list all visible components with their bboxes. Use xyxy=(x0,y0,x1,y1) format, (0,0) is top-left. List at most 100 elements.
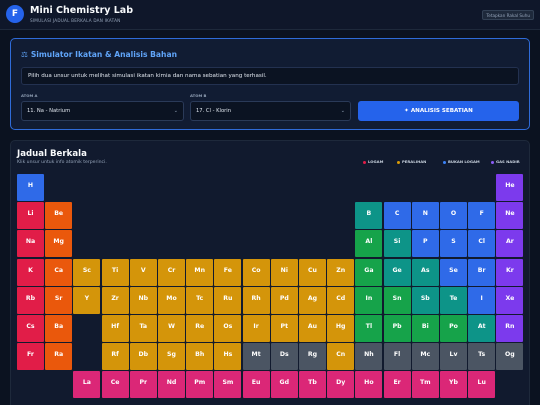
element-cell-mc[interactable]: Mc xyxy=(411,343,439,371)
element-cell-mg[interactable]: Mg xyxy=(45,230,73,258)
element-cell-po[interactable]: Po xyxy=(440,315,467,342)
element-cell-li[interactable]: Li xyxy=(17,202,44,230)
element-cell-cr[interactable]: Cr xyxy=(158,258,185,286)
element-cell-be[interactable]: Be xyxy=(45,202,73,230)
element-cell-cs[interactable]: Cs xyxy=(17,315,44,342)
element-cell-tm[interactable]: Tm xyxy=(411,371,439,399)
element-cell-ga[interactable]: Ga xyxy=(355,258,383,286)
element-cell-na[interactable]: Na xyxy=(17,230,44,258)
element-cell-fl[interactable]: Fl xyxy=(383,343,411,371)
element-cell-c[interactable]: C xyxy=(383,202,411,230)
element-cell-pb[interactable]: Pb xyxy=(383,315,411,342)
element-cell-nh[interactable]: Nh xyxy=(355,343,383,371)
element-cell-zn[interactable]: Zn xyxy=(327,258,355,286)
element-cell-cu[interactable]: Cu xyxy=(299,258,326,286)
element-cell-sm[interactable]: Sm xyxy=(214,371,242,399)
element-cell-ne[interactable]: Ne xyxy=(496,202,524,230)
element-cell-au[interactable]: Au xyxy=(299,315,326,342)
element-cell-y[interactable]: Y xyxy=(73,286,101,314)
element-cell-cn[interactable]: Cn xyxy=(327,343,355,371)
element-cell-co[interactable]: Co xyxy=(242,258,270,286)
element-cell-mn[interactable]: Mn xyxy=(186,258,214,286)
element-cell-dy[interactable]: Dy xyxy=(327,371,355,399)
element-cell-ag[interactable]: Ag xyxy=(299,286,326,314)
element-cell-rb[interactable]: Rb xyxy=(17,286,44,314)
element-cell-n[interactable]: N xyxy=(411,202,439,230)
element-cell-h[interactable]: H xyxy=(17,174,44,201)
element-cell-i[interactable]: I xyxy=(468,286,496,314)
element-cell-ni[interactable]: Ni xyxy=(270,258,298,286)
element-cell-br[interactable]: Br xyxy=(468,258,496,286)
element-cell-ba[interactable]: Ba xyxy=(45,315,73,342)
element-cell-lu[interactable]: Lu xyxy=(468,371,496,399)
element-cell-kr[interactable]: Kr xyxy=(496,258,524,286)
element-cell-cl[interactable]: Cl xyxy=(468,230,496,258)
element-cell-ra[interactable]: Ra xyxy=(45,343,73,371)
element-cell-cd[interactable]: Cd xyxy=(327,286,355,314)
element-cell-ge[interactable]: Ge xyxy=(383,258,411,286)
element-cell-ar[interactable]: Ar xyxy=(496,230,524,258)
analyze-button[interactable]: ✦ ANALISIS SEBATIAN xyxy=(358,101,519,121)
element-cell-pm[interactable]: Pm xyxy=(186,371,214,399)
element-cell-sg[interactable]: Sg xyxy=(158,343,185,371)
element-cell-eu[interactable]: Eu xyxy=(242,371,270,399)
element-cell-hf[interactable]: Hf xyxy=(101,315,129,342)
element-cell-gd[interactable]: Gd xyxy=(270,371,298,399)
element-cell-bi[interactable]: Bi xyxy=(411,315,439,342)
element-cell-se[interactable]: Se xyxy=(440,258,467,286)
element-cell-ho[interactable]: Ho xyxy=(355,371,383,399)
element-cell-sb[interactable]: Sb xyxy=(411,286,439,314)
element-cell-er[interactable]: Er xyxy=(383,371,411,399)
element-cell-nb[interactable]: Nb xyxy=(129,286,157,314)
element-cell-tc[interactable]: Tc xyxy=(186,286,214,314)
element-cell-p[interactable]: P xyxy=(411,230,439,258)
element-cell-as[interactable]: As xyxy=(411,258,439,286)
element-cell-tb[interactable]: Tb xyxy=(299,371,326,399)
element-cell-yb[interactable]: Yb xyxy=(440,371,467,399)
element-cell-at[interactable]: At xyxy=(468,315,496,342)
element-cell-ds[interactable]: Ds xyxy=(270,343,298,371)
element-cell-he[interactable]: He xyxy=(496,174,524,201)
element-cell-k[interactable]: K xyxy=(17,258,44,286)
element-cell-ir[interactable]: Ir xyxy=(242,315,270,342)
atom-b-select[interactable]: 17. Cl - Klorin ⌄ xyxy=(190,101,351,121)
element-cell-hs[interactable]: Hs xyxy=(214,343,242,371)
element-cell-te[interactable]: Te xyxy=(440,286,467,314)
element-cell-in[interactable]: In xyxy=(355,286,383,314)
element-cell-sc[interactable]: Sc xyxy=(73,258,101,286)
element-cell-pr[interactable]: Pr xyxy=(129,371,157,399)
element-cell-ce[interactable]: Ce xyxy=(101,371,129,399)
element-cell-la[interactable]: La xyxy=(73,371,101,399)
element-cell-o[interactable]: O xyxy=(440,202,467,230)
element-cell-w[interactable]: W xyxy=(158,315,185,342)
element-cell-pt[interactable]: Pt xyxy=(270,315,298,342)
element-cell-xe[interactable]: Xe xyxy=(496,286,524,314)
element-cell-ca[interactable]: Ca xyxy=(45,258,73,286)
element-cell-lv[interactable]: Lv xyxy=(440,343,467,371)
element-cell-ru[interactable]: Ru xyxy=(214,286,242,314)
element-cell-ti[interactable]: Ti xyxy=(101,258,129,286)
atom-a-select[interactable]: 11. Na - Natrium ⌄ xyxy=(21,101,184,121)
element-cell-pd[interactable]: Pd xyxy=(270,286,298,314)
element-cell-nd[interactable]: Nd xyxy=(158,371,185,399)
element-cell-fr[interactable]: Fr xyxy=(17,343,44,371)
element-cell-db[interactable]: Db xyxy=(129,343,157,371)
element-cell-tl[interactable]: Tl xyxy=(355,315,383,342)
element-cell-ta[interactable]: Ta xyxy=(129,315,157,342)
element-cell-f[interactable]: F xyxy=(468,202,496,230)
element-cell-fe[interactable]: Fe xyxy=(214,258,242,286)
element-cell-ts[interactable]: Ts xyxy=(468,343,496,371)
element-cell-zr[interactable]: Zr xyxy=(101,286,129,314)
element-cell-sn[interactable]: Sn xyxy=(383,286,411,314)
element-cell-og[interactable]: Og xyxy=(496,343,524,371)
element-cell-b[interactable]: B xyxy=(355,202,383,230)
element-cell-s[interactable]: S xyxy=(440,230,467,258)
element-cell-al[interactable]: Al xyxy=(355,230,383,258)
element-cell-rn[interactable]: Rn xyxy=(496,315,524,342)
element-cell-rh[interactable]: Rh xyxy=(242,286,270,314)
element-cell-os[interactable]: Os xyxy=(214,315,242,342)
element-cell-re[interactable]: Re xyxy=(186,315,214,342)
element-cell-v[interactable]: V xyxy=(129,258,157,286)
element-cell-si[interactable]: Si xyxy=(383,230,411,258)
element-cell-mo[interactable]: Mo xyxy=(158,286,185,314)
